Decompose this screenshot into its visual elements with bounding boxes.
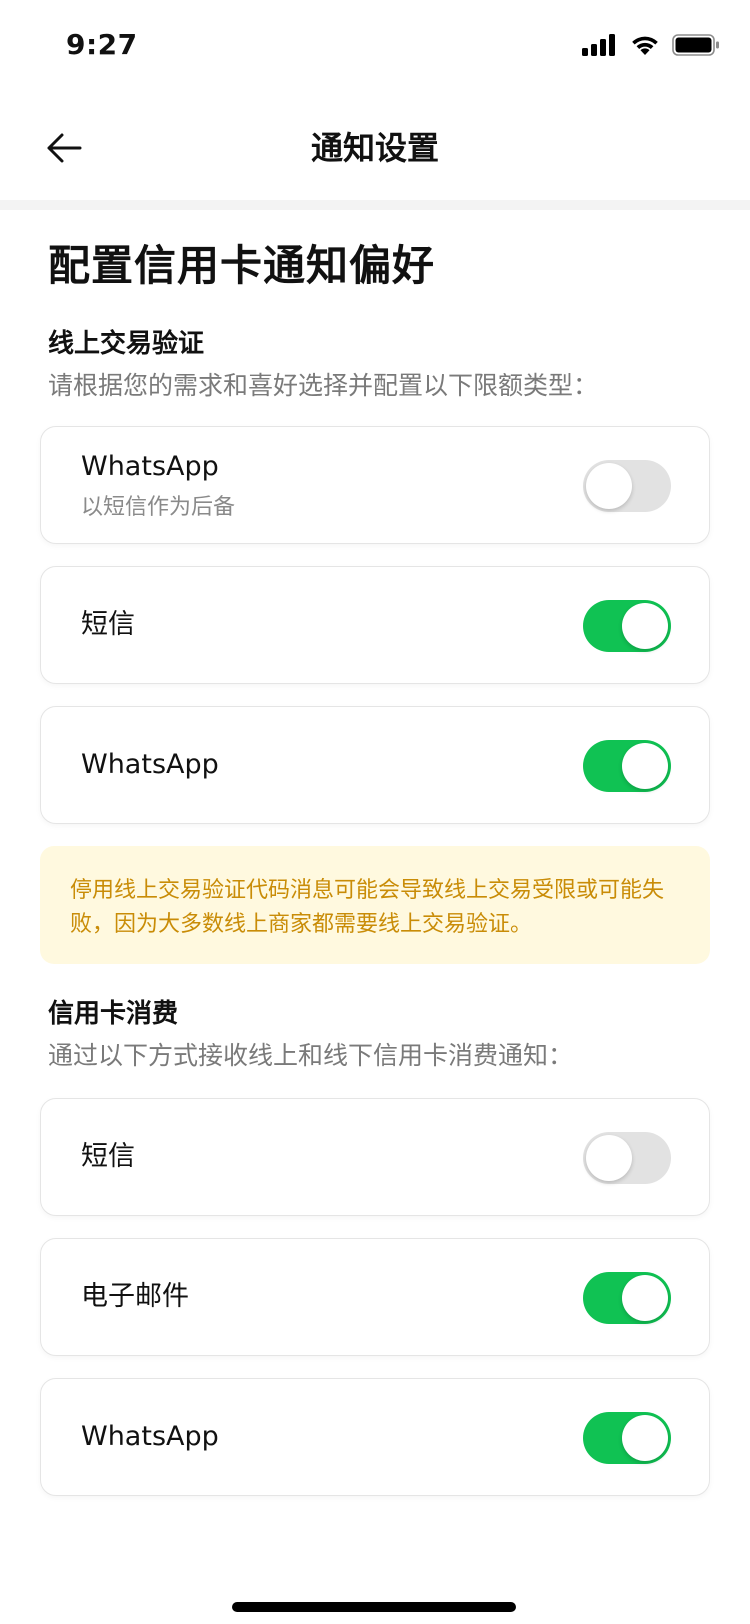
notification-settings-screen: 9:27 通知设置 配置信用卡通知偏好 线上交易验证 请根据您的需求和喜好选择并…	[0, 0, 750, 1624]
option-card-sms: 短信	[40, 1098, 710, 1216]
option-label: WhatsApp	[81, 451, 219, 482]
option-sublabel: 以短信作为后备	[81, 495, 236, 520]
nav-bar: 通知设置	[0, 90, 750, 200]
toggle-knob	[622, 603, 668, 649]
section-title-card-spending: 信用卡消费	[48, 999, 179, 1029]
option-card-email: 电子邮件	[40, 1238, 710, 1356]
toggle-knob	[586, 1135, 632, 1181]
toggle-knob	[622, 743, 668, 789]
nav-divider	[0, 200, 750, 210]
option-card-whatsapp: WhatsApp	[40, 1378, 710, 1496]
option-card-whatsapp-fallback: WhatsApp 以短信作为后备	[40, 426, 710, 544]
toggle-switch[interactable]	[583, 1272, 671, 1324]
toggle-switch[interactable]	[583, 1412, 671, 1464]
status-icons	[582, 30, 720, 60]
toggle-knob	[622, 1415, 668, 1461]
nav-title: 通知设置	[310, 129, 439, 167]
section-subtitle-card-spending: 通过以下方式接收线上和线下信用卡消费通知：	[48, 1041, 574, 1070]
toggle-switch[interactable]	[583, 1132, 671, 1184]
home-indicator	[232, 1602, 516, 1612]
wifi-icon	[632, 36, 658, 55]
option-card-sms: 短信	[40, 566, 710, 684]
page-heading: 配置信用卡通知偏好	[48, 241, 436, 290]
option-card-whatsapp: WhatsApp	[40, 706, 710, 824]
option-label: WhatsApp	[81, 749, 219, 780]
option-label: 短信	[81, 1141, 135, 1172]
option-label: 电子邮件	[81, 1281, 189, 1312]
toggle-knob	[622, 1275, 668, 1321]
signal-icon	[582, 34, 615, 56]
toggle-switch[interactable]	[583, 600, 671, 652]
option-label: WhatsApp	[81, 1421, 219, 1452]
battery-icon	[672, 34, 719, 56]
section-subtitle-online-verification: 请根据您的需求和喜好选择并配置以下限额类型：	[48, 371, 599, 400]
status-bar: 9:27	[0, 0, 750, 90]
toggle-switch[interactable]	[583, 740, 671, 792]
section-title-online-verification: 线上交易验证	[48, 329, 205, 359]
warning-message: 停用线上交易验证代码消息可能会导致线上交易受限或可能失败，因为大多数线上商家都需…	[40, 846, 710, 964]
status-time: 9:27	[66, 28, 138, 61]
toggle-switch[interactable]	[583, 460, 671, 512]
option-label: 短信	[81, 609, 135, 640]
toggle-knob	[586, 463, 632, 509]
